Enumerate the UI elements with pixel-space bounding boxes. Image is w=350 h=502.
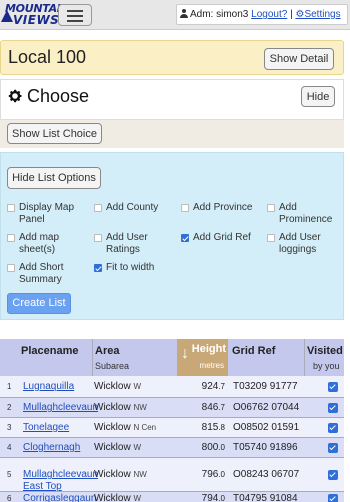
option-label[interactable]: Add County [106,202,176,214]
option-label[interactable]: Add Grid Ref [193,232,263,244]
option-checkbox[interactable] [7,264,15,272]
placename-link[interactable]: Corrigasleggaun [23,493,96,502]
user-box: Adm: simon3 Logout? | ⚙Settings [176,4,348,25]
visited-checkbox[interactable] [328,443,338,453]
height-cell: 846.7 [201,402,225,413]
table-row: 3 Tonelagee Wicklow N Cen 815.8 O08502 01591 [0,418,344,438]
visited-checkbox[interactable] [328,470,338,480]
list-title: Local 100 [8,47,87,67]
row-number: 3 [7,423,12,432]
table-row: 1 Lugnaquilla Wicklow W 924.7 T03209 91777 [0,376,344,398]
option-label[interactable]: Add User loggings [279,232,345,256]
height-cell: 800.0 [201,442,225,453]
placename-link[interactable]: Lugnaquilla [23,381,93,393]
hamburger-icon [67,10,83,12]
area-cell: Wicklow N Cen [94,422,157,433]
visited-checkbox[interactable] [328,403,338,413]
height-cell: 796.0 [201,469,225,480]
col-height[interactable]: ↓ Height metres [177,339,228,376]
option-checkbox[interactable] [181,204,189,212]
row-number: 1 [7,382,12,391]
area-cell: Wicklow W [94,381,142,392]
col-visited[interactable]: Visited [307,345,343,357]
user-icon [180,9,188,18]
logout-link[interactable]: Logout? [251,9,287,20]
area-cell: Wicklow NW [94,469,147,480]
option-checkbox[interactable] [181,234,189,242]
table-row: 2 Mullaghcleevaun Wicklow NW 846.7 O06762 07… [0,398,344,418]
gridref-cell: T04795 91084 [233,493,298,502]
logo-text-bottom: VIEWS [13,13,60,27]
col-visited-sub: by you [313,361,340,371]
option-checkbox[interactable] [267,234,275,242]
site-logo[interactable]: MOUNTAIN VIEWS [1,2,70,27]
visited-checkbox[interactable] [328,494,338,502]
option-label[interactable]: Fit to width [106,262,176,274]
option-checkbox[interactable] [94,204,102,212]
option-label[interactable]: Add Province [193,202,263,214]
placename-link[interactable]: Tonelagee [23,422,93,434]
option-label[interactable]: Add Short Summary [19,262,89,286]
option-label[interactable]: Add map sheet(s) [19,232,89,256]
area-cell: Wicklow NW [94,402,147,413]
placename-link[interactable]: Cloghernagh [23,442,93,454]
table-header: Placename Area Subarea ↓ Height metres G… [0,339,344,376]
create-list-button[interactable]: Create List [7,293,71,314]
row-number: 5 [7,470,12,479]
option-checkbox[interactable] [94,264,102,272]
gridref-cell: O08243 06707 [233,469,300,480]
table-row: 4 Cloghernagh Wicklow W 800.0 T05740 91896 [0,438,344,458]
height-cell: 924.7 [201,381,225,392]
option-label[interactable]: Add User Ratings [106,232,176,256]
table-row: 5 Mullaghcleevaun East Top Wicklow NW 796.0… [0,458,344,492]
option-checkbox[interactable] [267,204,275,212]
gridref-cell: T05740 91896 [233,442,298,453]
user-label: Adm: simon3 [190,9,249,20]
area-cell: Wicklow W [94,493,142,502]
row-number: 6 [7,494,12,502]
visited-checkbox[interactable] [328,423,338,433]
gridref-cell: O08502 01591 [233,422,300,433]
option-label[interactable]: Add Prominence [279,202,345,226]
placename-link[interactable]: Mullaghcleevaun East Top [23,469,98,493]
col-subarea: Subarea [95,361,130,371]
col-placename[interactable]: Placename [21,345,78,357]
area-cell: Wicklow W [94,442,142,453]
option-checkbox[interactable] [7,234,15,242]
option-checkbox[interactable] [94,234,102,242]
show-list-choice-button[interactable]: Show List Choice [7,123,102,144]
visited-checkbox[interactable] [328,382,338,392]
height-cell: 794.0 [201,493,225,502]
placename-link[interactable]: Mullaghcleevaun [23,402,98,414]
show-detail-button[interactable]: Show Detail [264,48,334,70]
gridref-cell: T03209 91777 [233,381,298,392]
top-navbar: MOUNTAIN VIEWS Adm: simon3 Logout? | ⚙Se… [0,0,350,30]
menu-toggle-button[interactable] [58,4,92,26]
col-gridref[interactable]: Grid Ref [232,345,275,357]
settings-link[interactable]: ⚙Settings [295,9,340,20]
hide-list-options-button[interactable]: Hide List Options [7,167,101,189]
gridref-cell: O06762 07044 [233,402,300,413]
sort-down-arrow-icon: ↓ [181,345,189,362]
choose-heading: Choose [7,86,89,107]
table-row: 6 Corrigasleggaun Wicklow W 794.0 T04795 910… [0,492,344,502]
option-label[interactable]: Display Map Panel [19,202,89,226]
option-checkbox[interactable] [7,204,15,212]
separator: | [290,9,293,20]
col-area[interactable]: Area [95,345,119,357]
height-cell: 815.8 [201,422,225,433]
row-number: 2 [7,403,12,412]
gear-icon [8,89,22,103]
row-number: 4 [7,443,12,452]
hide-button[interactable]: Hide [301,86,335,107]
